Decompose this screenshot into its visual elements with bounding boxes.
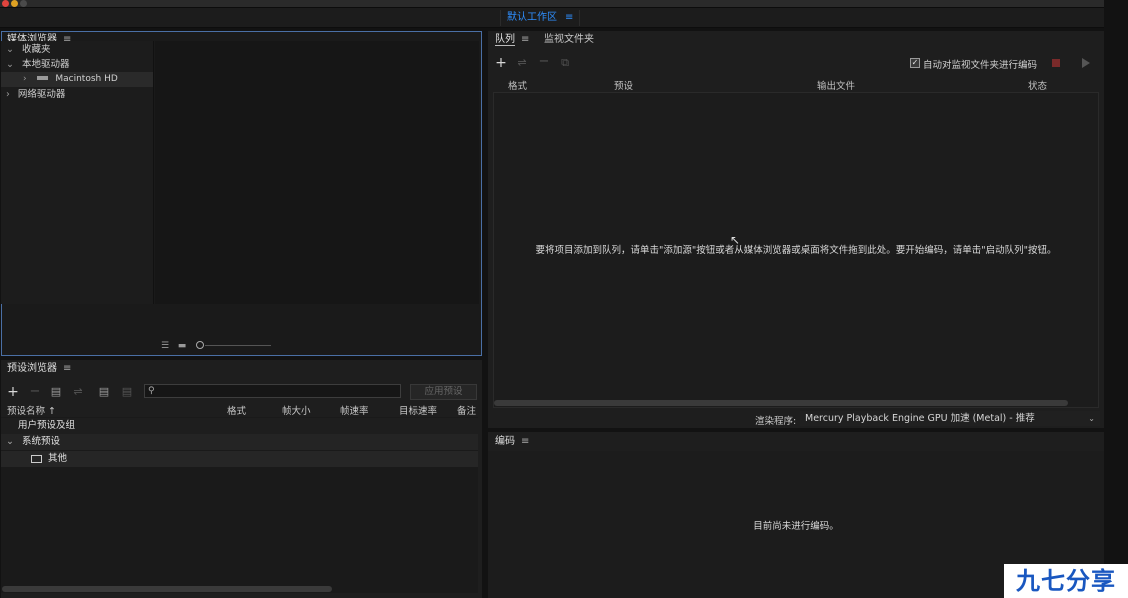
preset-group-system[interactable]: ⌄ 系统预设 [1, 434, 478, 450]
chevron-right-icon: › [6, 89, 10, 100]
encoding-header: 编码 ≡ [495, 433, 529, 451]
watch-folders-tab[interactable]: 监视文件夹 [544, 31, 594, 49]
stop-queue-button[interactable] [1052, 59, 1060, 67]
new-group-icon[interactable]: ▤ [49, 385, 63, 399]
preset-column-format[interactable]: 格式 [227, 403, 246, 417]
list-view-icon[interactable]: ☰ [158, 339, 172, 353]
media-tree: ⌄ 收藏夹 ⌄ 本地驱动器 › Macintosh HD › 网络驱动器 [1, 41, 154, 304]
preset-horizontal-scrollbar[interactable] [2, 586, 332, 592]
tree-item-local-drives[interactable]: ⌄ 本地驱动器 [1, 57, 153, 72]
watermark-logo: 九七分享吧 [1004, 564, 1128, 598]
preset-search-input[interactable]: ⚲ [144, 384, 401, 398]
export-preset-icon[interactable]: ▤ [120, 385, 134, 399]
preset-column-target-rate[interactable]: 目标速率 [399, 403, 437, 417]
encoding-menu-icon[interactable]: ≡ [521, 436, 529, 447]
settings-sliders-icon[interactable]: ⇌ [515, 56, 529, 70]
preset-item-other[interactable]: 其他 [1, 451, 478, 467]
chevron-down-icon: ⌄ [1088, 414, 1095, 423]
renderer-label: 渲染程序: [755, 416, 797, 427]
preset-column-notes[interactable]: 备注 [457, 403, 476, 417]
search-icon: ⚲ [148, 386, 155, 396]
add-source-icon[interactable]: + [495, 56, 507, 70]
encoding-empty-message: 目前尚未进行编码。 [753, 521, 839, 532]
media-file-area[interactable] [155, 41, 479, 304]
hard-drive-icon [37, 76, 49, 80]
apply-preset-button[interactable]: 应用预设 [410, 384, 477, 400]
add-preset-icon[interactable]: + [7, 385, 19, 399]
preset-column-name[interactable]: 预设名称 ↑ [7, 403, 56, 417]
title-bar [0, 0, 1104, 8]
minimize-window-button[interactable] [11, 0, 18, 7]
remove-preset-icon[interactable]: − [29, 385, 41, 399]
renderer-dropdown[interactable]: Mercury Playback Engine GPU 加速 (Metal) -… [800, 411, 1100, 426]
chevron-right-icon: › [23, 74, 27, 84]
mouse-cursor-icon: ↖ [730, 233, 741, 247]
queue-column-format[interactable]: 格式 [508, 78, 527, 92]
chevron-down-icon: ⌄ [6, 59, 14, 70]
tree-item-favorites[interactable]: ⌄ 收藏夹 [1, 42, 153, 57]
start-queue-button[interactable] [1082, 58, 1090, 68]
workspace-bar: 默认工作区 ≡ [0, 8, 1104, 28]
tree-item-network-drives[interactable]: › 网络驱动器 [1, 87, 153, 102]
queue-menu-icon[interactable]: ≡ [521, 34, 529, 45]
import-preset-icon[interactable]: ▤ [97, 385, 111, 399]
zoom-slider-handle[interactable] [196, 341, 204, 349]
preset-browser-header: 预设浏览器 ≡ [7, 360, 71, 378]
encoding-title: 编码 [495, 436, 515, 447]
preset-column-frame-rate[interactable]: 帧速率 [340, 403, 369, 417]
preset-browser-menu-icon[interactable]: ≡ [63, 363, 71, 374]
monitor-icon [31, 454, 42, 463]
queue-drop-area[interactable]: 要将项目添加到队列，请单击"添加源"按钮或者从媒体浏览器或桌面将文件拖到此处。要… [493, 92, 1099, 408]
queue-empty-message: 要将项目添加到队列，请单击"添加源"按钮或者从媒体浏览器或桌面将文件拖到此处。要… [535, 245, 1057, 256]
tree-item-macintosh-hd[interactable]: › Macintosh HD [1, 72, 153, 87]
queue-horizontal-scrollbar[interactable] [494, 400, 1068, 406]
queue-tab[interactable]: 队列 ≡ [495, 31, 529, 49]
queue-column-preset[interactable]: 预设 [614, 78, 633, 92]
zoom-slider-track[interactable] [205, 345, 271, 346]
thumbnail-view-icon[interactable]: ▬ [176, 339, 188, 353]
preset-browser-title: 预设浏览器 [7, 363, 57, 374]
chevron-down-icon: ⌄ [6, 44, 14, 55]
remove-icon[interactable]: − [538, 55, 550, 69]
workspace-menu-icon[interactable]: ≡ [565, 12, 573, 23]
preset-group-user[interactable]: 用户预设及组 [1, 418, 478, 434]
preset-settings-icon[interactable]: ⇌ [71, 385, 85, 399]
auto-encode-checkbox[interactable]: ✓ [910, 58, 920, 68]
close-window-button[interactable] [2, 0, 9, 7]
queue-column-status[interactable]: 状态 [1028, 78, 1047, 92]
chevron-down-icon: ⌄ [6, 436, 14, 447]
maximize-window-button[interactable] [20, 0, 27, 7]
auto-encode-label: 自动对监视文件夹进行编码 [923, 60, 1038, 71]
workspace-tab-default[interactable]: 默认工作区 ≡ [500, 10, 581, 26]
queue-column-output[interactable]: 输出文件 [817, 78, 855, 92]
preset-column-frame-size[interactable]: 帧大小 [282, 403, 311, 417]
duplicate-icon[interactable]: ⧉ [559, 56, 571, 70]
